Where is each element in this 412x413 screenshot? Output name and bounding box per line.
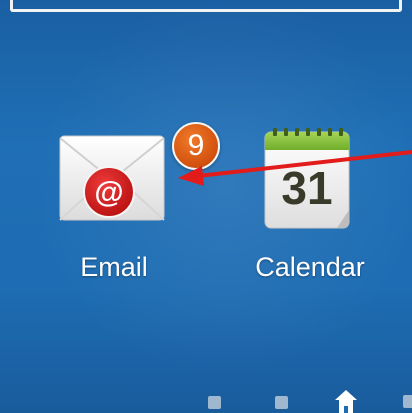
email-badge: 9: [172, 122, 220, 170]
calendar-icon: 31: [264, 128, 350, 229]
email-app-shortcut[interactable]: @ 9 Email: [46, 112, 220, 302]
calendar-app-label: Calendar: [255, 252, 365, 282]
calendar-date: 31: [281, 162, 332, 214]
home-page-icon[interactable]: [335, 390, 357, 413]
page-dot-4[interactable]: [403, 395, 412, 408]
page-dot-1[interactable]: [208, 396, 221, 409]
email-app-label: Email: [80, 252, 148, 282]
calendar-app-shortcut[interactable]: 31 Calendar: [236, 112, 384, 302]
home-screen: @ 9 Email 31 Calendar: [0, 0, 412, 413]
page-indicator: [0, 385, 412, 413]
svg-text:@: @: [94, 176, 123, 209]
email-icon: @: [59, 135, 165, 221]
top-widget-frame[interactable]: [10, 0, 402, 12]
page-dot-2[interactable]: [275, 396, 288, 409]
